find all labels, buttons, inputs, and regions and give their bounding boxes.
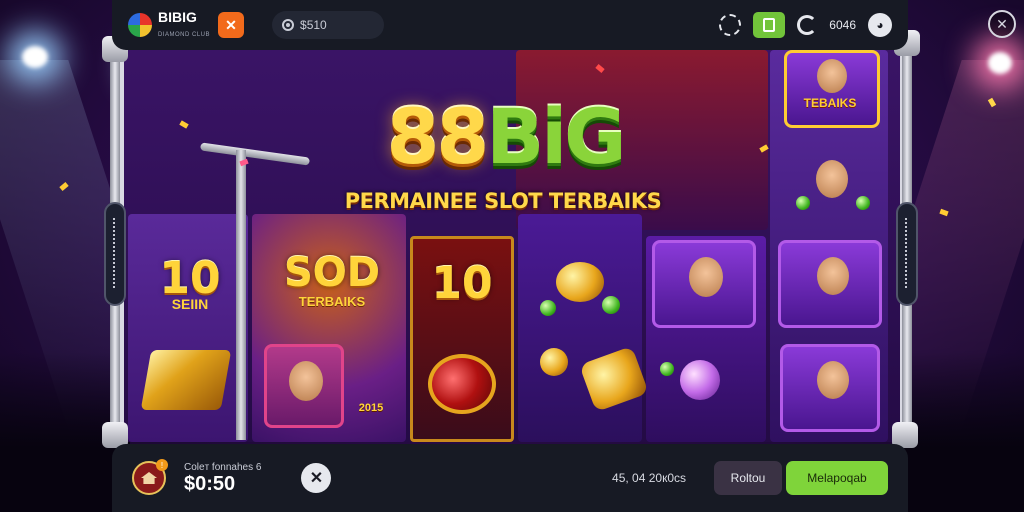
- wallet-button[interactable]: [753, 12, 786, 38]
- microphone-stand: [236, 150, 246, 440]
- home-icon: [141, 472, 157, 484]
- bet-value: $0:50: [184, 472, 236, 495]
- portrait-symbol: [780, 344, 880, 432]
- portrait-symbol: [264, 344, 344, 428]
- brand-tagline: DIAMOND CLUB: [158, 32, 211, 38]
- green-gem-symbol: [660, 362, 674, 376]
- side-scroll-handle-left[interactable]: [104, 202, 126, 306]
- crowd-silhouette: [904, 352, 1024, 512]
- balance-value: $510: [300, 18, 327, 32]
- gold-coin-symbol: [540, 348, 568, 376]
- symbol-year-text: 2015: [358, 402, 384, 414]
- symbol-terbaiks-text: TERBAIKS: [298, 294, 366, 309]
- portrait-symbol: [790, 142, 874, 228]
- player-count: 6046: [829, 18, 856, 32]
- notification-badge: !: [156, 459, 168, 471]
- coin-icon: [282, 19, 295, 31]
- bet-label: Coleт fonnahes 6: [184, 461, 262, 473]
- green-gem-symbol: [540, 300, 556, 316]
- stage-spotlight: [22, 46, 48, 68]
- purple-orb-symbol: [680, 360, 720, 400]
- red-gem-symbol: [428, 354, 496, 414]
- symbol-ten-text: 10: [431, 258, 493, 309]
- refresh-icon[interactable]: [797, 15, 818, 35]
- symbol-label-text: SEIIN: [171, 296, 209, 312]
- settings-icon[interactable]: [719, 14, 742, 36]
- title-number: 88: [386, 92, 489, 181]
- side-scroll-handle-right[interactable]: [896, 202, 918, 306]
- close-icon[interactable]: ✕: [988, 10, 1016, 38]
- green-gem-symbol: [602, 296, 620, 314]
- cancel-button[interactable]: ✕: [301, 463, 332, 493]
- symbol-sign-text: TEBAIKS: [803, 96, 857, 110]
- profile-icon[interactable]: ◕: [868, 13, 892, 37]
- gold-coin-symbol: [556, 262, 604, 302]
- title-word: BiG: [486, 92, 626, 181]
- brand-logo-icon[interactable]: [128, 13, 152, 37]
- gold-bar-symbol: [140, 350, 232, 410]
- secondary-button[interactable]: Roltou: [714, 461, 782, 495]
- bottom-bar: ! Coleт fonnahes 6 $0:50 ✕ 45, 04 20к0сs…: [112, 444, 908, 512]
- portrait-symbol: [778, 240, 882, 328]
- home-button[interactable]: !: [132, 459, 168, 495]
- card-icon: [763, 18, 776, 32]
- balance-display[interactable]: $510: [272, 11, 385, 39]
- brand-name: BIBIG: [158, 9, 197, 25]
- symbol-sod-text: SOD: [283, 250, 380, 296]
- game-subtitle: PERMAINEE SLOT TERBAIKS: [318, 186, 688, 216]
- share-button[interactable]: ✕: [218, 12, 245, 38]
- reel-4: [518, 214, 642, 442]
- stage-spotlight: [988, 52, 1012, 74]
- game-title: 88BiG: [320, 92, 690, 182]
- brand-logo[interactable]: BIBIG DIAMOND CLUB: [158, 10, 210, 40]
- primary-button[interactable]: Melapoqab: [786, 461, 888, 495]
- bet-display: Coleт fonnahes 6 $0:50: [184, 462, 261, 495]
- portrait-symbol: [652, 240, 756, 328]
- portrait-symbol: [784, 50, 880, 128]
- top-bar: BIBIG DIAMOND CLUB ✕ $510 6046 ◕: [112, 0, 908, 50]
- status-text: 45, 04 20к0сs: [612, 471, 686, 485]
